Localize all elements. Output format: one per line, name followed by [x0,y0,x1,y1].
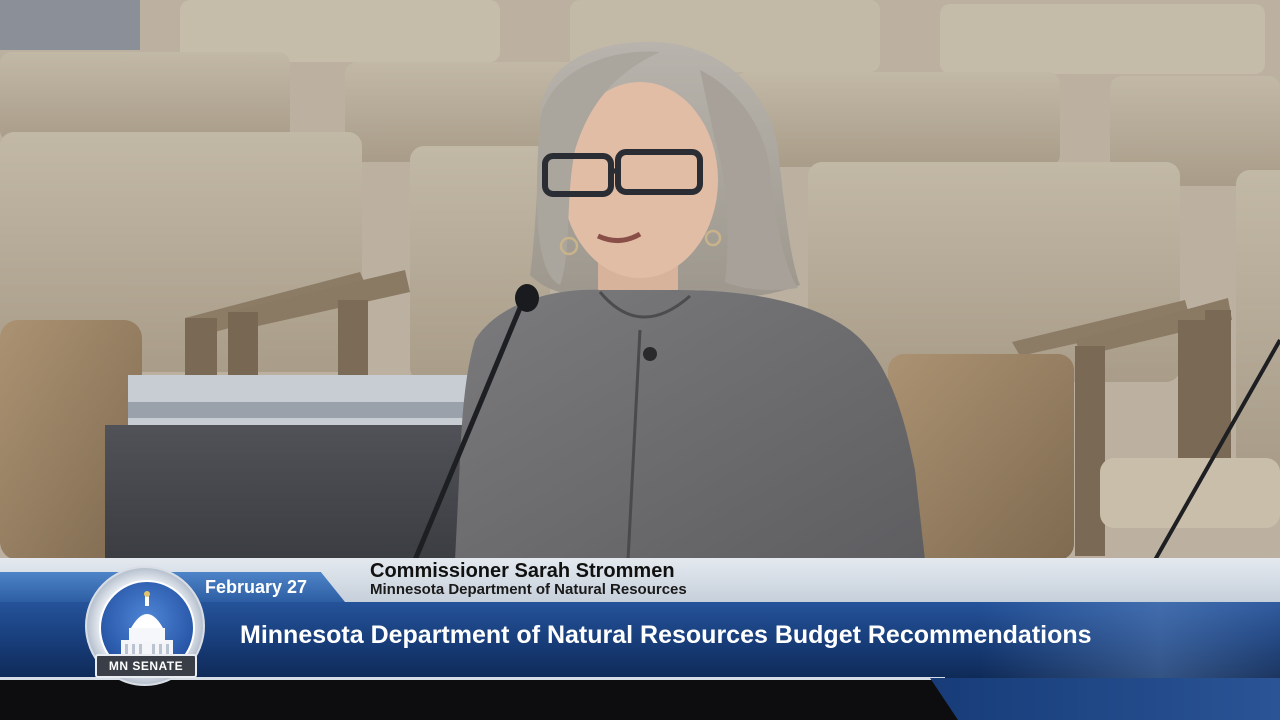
speaker-organization: Minnesota Department of Natural Resource… [370,581,687,598]
mn-senate-logo: MN SENATE [85,566,205,686]
bottom-wedge [930,678,1280,720]
broadcast-date: February 27 [205,577,308,597]
logo-label: MN SENATE [95,654,197,678]
hearing-title: Minnesota Department of Natural Resource… [240,621,1092,649]
